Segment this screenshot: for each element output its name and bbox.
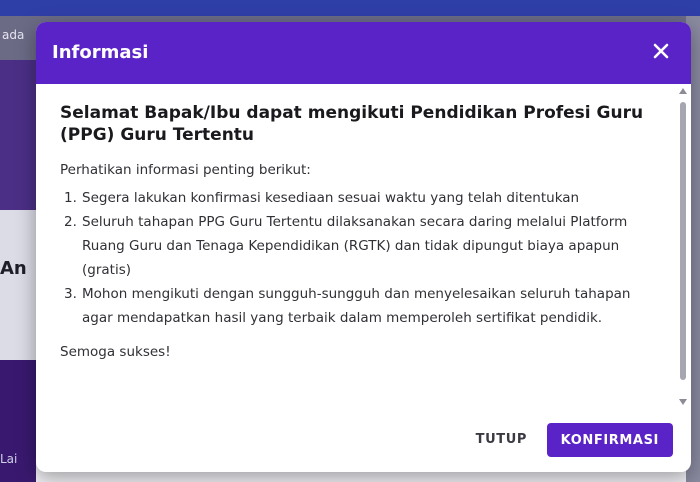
- information-dialog: Informasi Selamat Bapak/Ibu dapat mengik…: [36, 22, 691, 472]
- list-item: 2. Seluruh tahapan PPG Guru Tertentu dil…: [60, 210, 657, 282]
- confirm-button[interactable]: KONFIRMASI: [546, 423, 673, 457]
- app-top-bar: [0, 0, 700, 16]
- background-nav-text: ada: [2, 28, 25, 42]
- background-banner: [0, 60, 36, 210]
- list-number: 3.: [64, 286, 77, 302]
- dialog-footer: TUTUP KONFIRMASI: [36, 409, 691, 472]
- list-number: 2.: [64, 214, 77, 230]
- dialog-body[interactable]: Selamat Bapak/Ibu dapat mengikuti Pendid…: [36, 84, 691, 409]
- dialog-intro: Perhatikan informasi penting berikut:: [60, 162, 311, 178]
- dialog-heading: Selamat Bapak/Ibu dapat mengikuti Pendid…: [60, 103, 644, 145]
- dialog-title: Informasi: [52, 42, 149, 63]
- background-heading: An: [0, 258, 27, 279]
- dialog-scrollbar[interactable]: [677, 84, 689, 409]
- close-icon: [653, 43, 669, 59]
- list-item-text: Mohon mengikuti dengan sungguh-sungguh d…: [82, 286, 631, 326]
- dialog-closing: Semoga sukses!: [60, 344, 171, 360]
- background-footer-text: Lai: [0, 452, 18, 466]
- list-item-text: Segera lakukan konfirmasi kesediaan sesu…: [82, 190, 580, 206]
- scroll-thumb[interactable]: [680, 102, 686, 380]
- close-dialog-button[interactable]: TUTUP: [462, 423, 541, 455]
- list-item: 1. Segera lakukan konfirmasi kesediaan s…: [60, 186, 657, 210]
- dialog-header: Informasi: [36, 22, 691, 84]
- dialog-content: Selamat Bapak/Ibu dapat mengikuti Pendid…: [36, 84, 691, 362]
- information-list: 1. Segera lakukan konfirmasi kesediaan s…: [60, 186, 657, 330]
- background-content-band: [0, 210, 36, 360]
- scroll-up-arrow-icon[interactable]: [679, 88, 687, 94]
- close-button[interactable]: [649, 39, 673, 63]
- list-item-text: Seluruh tahapan PPG Guru Tertentu dilaks…: [82, 214, 628, 278]
- list-item: 3. Mohon mengikuti dengan sungguh-sunggu…: [60, 282, 657, 330]
- list-number: 1.: [64, 190, 77, 206]
- scroll-down-arrow-icon[interactable]: [679, 399, 687, 405]
